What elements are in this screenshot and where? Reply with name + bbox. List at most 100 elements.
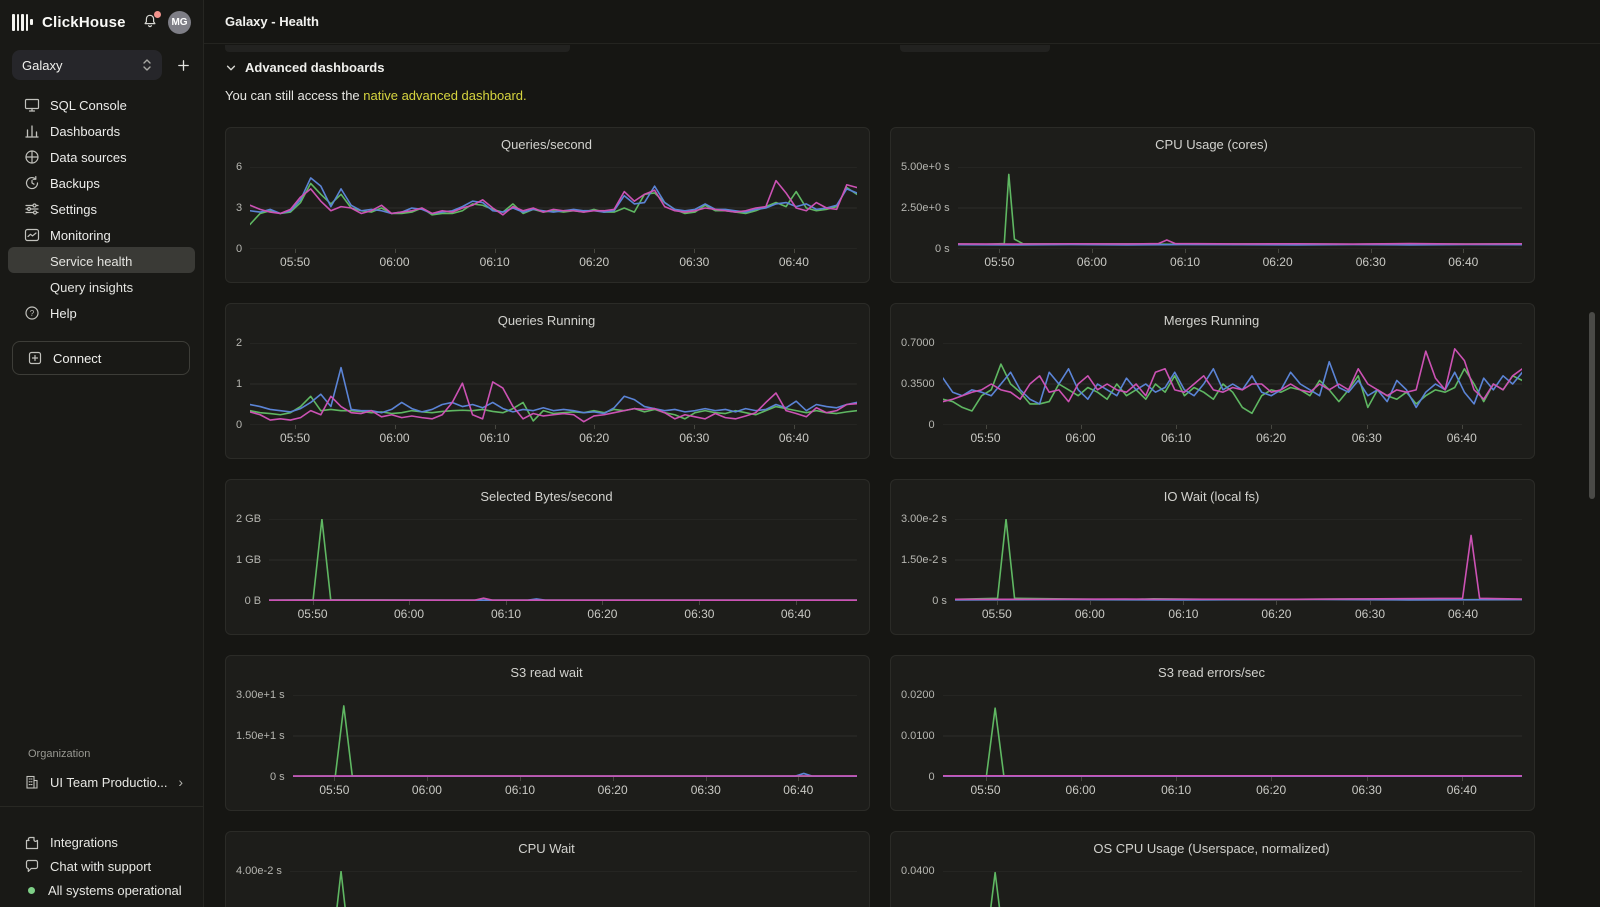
sidebar-item-label: Service health — [50, 254, 132, 269]
console-icon — [24, 97, 40, 113]
x-axis-tick — [1090, 601, 1091, 605]
scrolled-card-edge — [225, 45, 570, 52]
x-axis-tick — [495, 425, 496, 429]
sidebar-item-monitoring[interactable]: Monitoring — [0, 222, 203, 248]
chart-card: Queries/second63005:5006:0006:1006:2006:… — [225, 127, 870, 283]
vertical-scrollbar[interactable] — [1589, 312, 1595, 499]
y-axis-label: 0 — [236, 242, 242, 256]
plot-area[interactable] — [943, 343, 1522, 425]
x-axis-label: 06:00 — [412, 783, 442, 797]
x-axis-tick — [1276, 601, 1277, 605]
series-green — [943, 364, 1522, 413]
y-axis-label: 1 — [236, 377, 242, 391]
chart-card: Merges Running0.70000.3500005:5006:0006:… — [890, 303, 1535, 459]
backups-icon — [24, 175, 40, 191]
sidebar: ClickHouse MG Galaxy SQL Console — [0, 0, 204, 907]
page-title: Galaxy - Health — [225, 14, 319, 29]
x-axis-label: 06:40 — [1447, 431, 1477, 445]
organization-switcher[interactable]: UI Team Productio... › — [0, 770, 203, 794]
plot-area[interactable] — [943, 695, 1522, 777]
sidebar-item-data-sources[interactable]: Data sources — [0, 144, 203, 170]
connect-button-label: Connect — [53, 351, 101, 366]
x-axis-tick — [495, 249, 496, 253]
x-axis-tick — [594, 425, 595, 429]
plot-area[interactable] — [250, 167, 857, 249]
x-axis-tick — [999, 249, 1000, 253]
x-axis-tick — [1183, 601, 1184, 605]
x-axis-tick — [295, 249, 296, 253]
x-axis-tick — [520, 777, 521, 781]
x-axis-label: 05:50 — [971, 431, 1001, 445]
y-axis-label: 0 — [929, 770, 935, 784]
x-axis-label: 06:20 — [1256, 783, 1286, 797]
x-axis-label: 06:10 — [1170, 255, 1200, 269]
x-axis-tick — [1176, 425, 1177, 429]
y-axis-label: 0.7000 — [901, 336, 935, 350]
x-axis-label: 06:30 — [1352, 783, 1382, 797]
add-service-button[interactable] — [176, 55, 191, 75]
sidebar-item-label: Backups — [50, 176, 100, 191]
x-axis-tick — [1463, 249, 1464, 253]
series-green — [958, 174, 1522, 244]
plot-area[interactable] — [955, 519, 1522, 601]
x-axis-tick — [594, 249, 595, 253]
series-green — [943, 873, 1522, 907]
x-axis-tick — [694, 425, 695, 429]
y-axis-label: 0.0200 — [901, 688, 935, 702]
connect-button[interactable]: Connect — [12, 341, 190, 375]
plot-area[interactable] — [290, 871, 857, 907]
x-axis-tick — [706, 777, 707, 781]
x-axis-label: 06:00 — [1075, 607, 1105, 621]
avatar[interactable]: MG — [168, 11, 191, 34]
x-axis-label: 06:30 — [679, 431, 709, 445]
advanced-dashboards-toggle[interactable]: Advanced dashboards — [225, 60, 384, 75]
plot-area[interactable] — [269, 519, 857, 601]
x-axis-label: 05:50 — [984, 255, 1014, 269]
chart-title: Merges Running — [901, 312, 1522, 330]
chart-card: Queries Running21005:5006:0006:1006:2006… — [225, 303, 870, 459]
chart-card: IO Wait (local fs)3.00e-2 s1.50e-2 s0 s0… — [890, 479, 1535, 635]
y-axis-label: 5.00e+0 s — [901, 160, 950, 174]
sidebar-item-service-health[interactable]: Service health — [0, 248, 203, 274]
x-axis-tick — [295, 425, 296, 429]
x-axis-tick — [1176, 777, 1177, 781]
system-status[interactable]: All systems operational — [0, 878, 203, 902]
organization-icon — [24, 774, 40, 790]
sidebar-item-backups[interactable]: Backups — [0, 170, 203, 196]
plot-area[interactable] — [958, 167, 1522, 249]
settings-icon — [24, 201, 40, 217]
y-axis-label: 6 — [236, 160, 242, 174]
x-axis-tick — [1367, 425, 1368, 429]
plot-area[interactable] — [250, 343, 857, 425]
series-magenta — [250, 181, 857, 215]
plot-area[interactable] — [943, 871, 1522, 907]
x-axis-label: 05:50 — [298, 607, 328, 621]
x-axis-label: 06:40 — [1448, 255, 1478, 269]
sidebar-item-chat-with-support[interactable]: Chat with support — [0, 854, 203, 878]
sidebar-item-sql-console[interactable]: SQL Console — [0, 92, 203, 118]
sidebar-item-settings[interactable]: Settings — [0, 196, 203, 222]
sidebar-item-help[interactable]: ? Help — [0, 300, 203, 326]
sidebar-item-query-insights[interactable]: Query insights — [0, 274, 203, 300]
x-axis-label: 05:50 — [971, 783, 1001, 797]
plot-area[interactable] — [293, 695, 857, 777]
notifications-bell-icon[interactable] — [142, 13, 160, 31]
series-green — [943, 708, 1522, 776]
y-axis-label: 0 B — [245, 594, 262, 608]
x-axis-tick — [997, 601, 998, 605]
sidebar-item-label: Help — [50, 306, 77, 321]
chevron-updown-icon — [142, 58, 152, 72]
sidebar-item-integrations[interactable]: Integrations — [0, 830, 203, 854]
service-selector[interactable]: Galaxy — [12, 50, 162, 80]
sidebar-item-dashboards[interactable]: Dashboards — [0, 118, 203, 144]
native-dashboard-link[interactable]: native advanced dashboard. — [363, 88, 526, 103]
x-axis-tick — [798, 777, 799, 781]
x-axis-tick — [1081, 425, 1082, 429]
x-axis-label: 06:30 — [679, 255, 709, 269]
x-axis-label: 06:40 — [783, 783, 813, 797]
series-green — [293, 706, 857, 776]
x-axis-label: 06:40 — [781, 607, 811, 621]
x-axis-tick — [794, 425, 795, 429]
x-axis-label: 06:00 — [1066, 783, 1096, 797]
x-axis-tick — [1092, 249, 1093, 253]
